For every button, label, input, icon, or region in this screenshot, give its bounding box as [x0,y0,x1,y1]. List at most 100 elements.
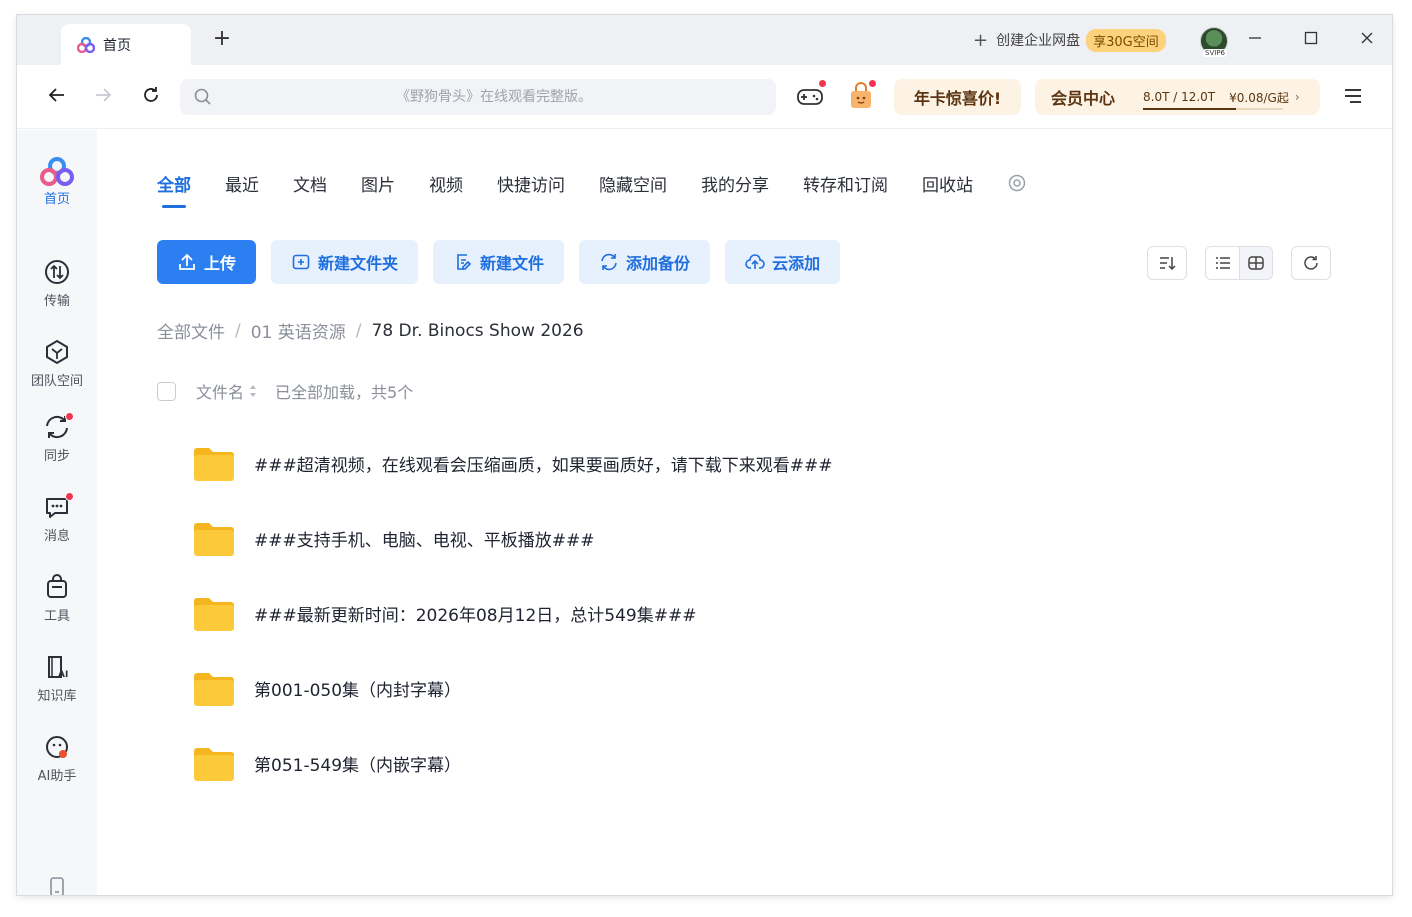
grid-view-icon [1248,256,1264,270]
tab-documents[interactable]: 文档 [293,171,327,196]
folder-icon [192,445,236,483]
tools-icon [43,573,71,601]
maximize-icon [1304,31,1318,45]
search-input[interactable] [224,79,764,115]
back-button[interactable] [45,85,69,109]
filename-column-header[interactable]: 文件名 [196,379,244,403]
file-name: ###支持手机、电脑、电视、平板播放### [254,531,595,551]
maximize-button[interactable] [1300,29,1322,51]
quota-text: 8.0T / 12.0T [1143,90,1216,104]
refresh-icon [1304,256,1318,270]
breadcrumb-level1[interactable]: 01 英语资源 [251,318,346,343]
sidebar-item-tools[interactable]: 工具 [17,573,97,624]
storage-quota: 8.0T / 12.0T ¥0.08/G起 › [1143,87,1300,110]
file-list-header: 文件名 已全部加载，共5个 [157,380,413,402]
refresh-button[interactable] [139,85,163,109]
new-tab-button[interactable]: + [211,28,233,51]
vip-center-button[interactable]: 会员中心 8.0T / 12.0T ¥0.08/G起 › [1035,79,1320,115]
refresh-list-button[interactable] [1291,246,1331,280]
add-folder-icon [292,254,310,270]
breadcrumb-root[interactable]: 全部文件 [157,318,225,343]
forward-button[interactable] [91,85,115,109]
upload-button[interactable]: 上传 [157,240,257,284]
list-item[interactable]: ###超清视频，在线观看会压缩画质，如果要画质好，请下载下来观看### [192,426,832,501]
action-bar: 上传 新建文件夹 新建文件 添加备份 云添加 [157,240,855,284]
sidebar-item-label: 首页 [43,192,70,207]
close-button[interactable] [1356,29,1378,51]
sidebar-item-label: 传输 [43,294,70,309]
vip-level-tag: SVIP6 [1203,49,1227,57]
list-item[interactable]: 第051-549集（内嵌字幕） [192,726,832,801]
tab-recycle-bin[interactable]: 回收站 [922,171,973,196]
new-folder-label: 新建文件夹 [318,254,399,273]
folder-icon [192,595,236,633]
breadcrumb-separator: / [355,320,362,341]
plus-icon: + [973,29,989,51]
select-all-checkbox[interactable] [157,381,176,401]
mobile-device-button[interactable] [47,876,67,895]
sidebar-item-team-space[interactable]: 团队空间 [17,338,97,389]
annual-card-promo-button[interactable]: 年卡惊喜价! [894,79,1021,115]
file-name: ###最新更新时间：2026年08月12日，总计549集### [254,606,697,626]
list-item[interactable]: ###支持手机、电脑、电视、平板播放### [192,501,832,576]
category-tabs: 全部 最近 文档 图片 视频 快捷访问 隐藏空间 我的分享 转存和订阅 回收站 [157,168,1027,208]
sidebar-item-knowledge-base[interactable]: AI 知识库 [17,653,97,704]
tab-my-shares[interactable]: 我的分享 [701,171,769,196]
cloud-add-label: 云添加 [772,254,821,273]
new-folder-button[interactable]: 新建文件夹 [271,240,419,284]
ai-assistant-icon [43,733,71,761]
minimize-button[interactable] [1244,29,1266,51]
tab-recent[interactable]: 最近 [225,171,259,196]
sidebar-item-messages[interactable]: 消息 [17,492,97,544]
add-backup-label: 添加备份 [626,254,691,273]
toolbar: 年卡惊喜价! 会员中心 8.0T / 12.0T ¥0.08/G起 › [17,65,1392,129]
new-file-label: 新建文件 [480,254,545,273]
sort-button[interactable] [1147,246,1187,280]
tab-images[interactable]: 图片 [361,171,395,196]
menu-button[interactable] [1342,85,1366,109]
avatar[interactable]: SVIP6 [1200,27,1228,57]
cloud-upload-icon [745,254,765,269]
sync-icon [43,412,74,441]
sort-arrows-icon[interactable] [249,384,257,398]
notification-dot [65,412,74,421]
close-icon [1361,32,1373,44]
baidu-netdisk-logo-icon [77,36,95,53]
breadcrumb-current: 78 Dr. Binocs Show 2026 [371,320,584,341]
gift-box-button[interactable] [846,79,877,111]
sidebar-item-label: 同步 [43,449,70,464]
arrow-left-icon [48,88,64,102]
tab-hidden-space[interactable]: 隐藏空间 [599,171,667,196]
app-window: 首页 + + 创建企业网盘 享30G空间 SVIP6 《野狗骨头》在线观看完整版… [17,15,1392,895]
sidebar-item-transfer[interactable]: 传输 [17,258,97,309]
sidebar-item-sync[interactable]: 同步 [17,412,97,464]
add-backup-button[interactable]: 添加备份 [579,240,711,284]
list-view-button[interactable] [1206,247,1239,279]
sidebar-item-label: 团队空间 [30,374,83,389]
sort-icon [1160,257,1176,271]
tab-home[interactable]: 首页 [61,24,191,65]
tab-quick-access[interactable]: 快捷访问 [497,171,565,196]
tab-settings-icon[interactable] [1007,173,1027,193]
sidebar-item-home[interactable]: 首页 [17,156,97,207]
new-file-button[interactable]: 新建文件 [433,240,565,284]
tab-transfer-subscriptions[interactable]: 转存和订阅 [803,171,888,196]
search-box[interactable] [180,79,776,115]
title-bar: 首页 + + 创建企业网盘 享30G空间 SVIP6 [17,15,1392,65]
upload-label: 上传 [204,254,237,273]
sidebar-item-ai-assistant[interactable]: AI助手 [17,733,97,784]
notification-dot [65,492,74,501]
list-item[interactable]: ###最新更新时间：2026年08月12日，总计549集### [192,576,832,651]
tab-videos[interactable]: 视频 [429,171,463,196]
price-text: ¥0.08/G起 [1229,90,1289,105]
game-center-button[interactable] [795,79,827,111]
space-badge: 享30G空间 [1086,28,1166,52]
grid-view-button[interactable] [1239,247,1272,279]
tab-all[interactable]: 全部 [157,171,191,208]
sidebar-item-label: AI助手 [37,769,77,784]
list-item[interactable]: 第001-050集（内封字幕） [192,651,832,726]
cloud-add-button[interactable]: 云添加 [725,240,841,284]
folder-icon [192,520,236,558]
create-enterprise-button[interactable]: + 创建企业网盘 享30G空间 [973,28,1166,52]
phone-icon [50,877,64,895]
